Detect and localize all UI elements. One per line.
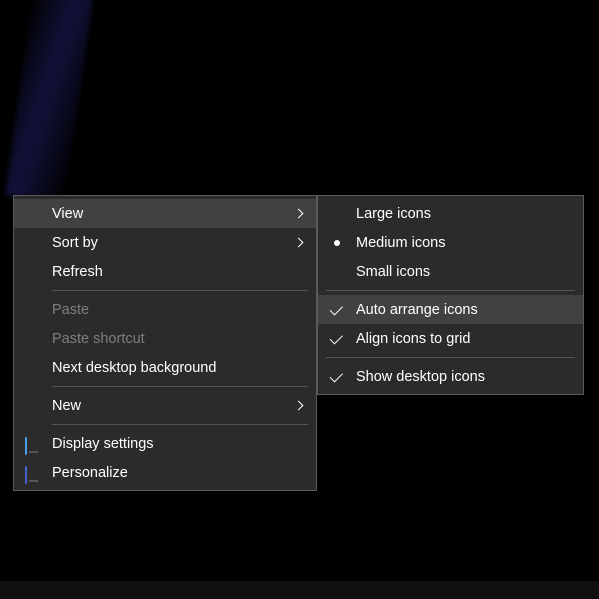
menu-item-paste-shortcut: Paste shortcut	[14, 324, 316, 353]
view-submenu: Large icons Medium icons Small icons Aut…	[317, 195, 584, 395]
menu-item-label: Paste shortcut	[52, 331, 290, 347]
menu-item-label: Large icons	[356, 206, 575, 222]
checkmark-icon	[318, 373, 356, 380]
menu-separator	[52, 424, 308, 425]
menu-separator	[52, 386, 308, 387]
checkmark-icon	[318, 306, 356, 313]
submenu-item-small-icons[interactable]: Small icons	[318, 257, 583, 286]
submenu-item-auto-arrange-icons[interactable]: Auto arrange icons	[318, 295, 583, 324]
menu-separator	[52, 290, 308, 291]
desktop-wallpaper-streak	[5, 0, 95, 203]
menu-item-sort-by[interactable]: Sort by	[14, 228, 316, 257]
menu-separator	[326, 357, 575, 358]
menu-item-label: Medium icons	[356, 235, 575, 251]
menu-item-label: Auto arrange icons	[356, 302, 575, 318]
menu-item-label: Next desktop background	[52, 360, 290, 376]
submenu-item-large-icons[interactable]: Large icons	[318, 199, 583, 228]
menu-item-label: Refresh	[52, 264, 290, 280]
menu-item-label: Small icons	[356, 264, 575, 280]
display-settings-icon	[14, 438, 52, 450]
menu-item-display-settings[interactable]: Display settings	[14, 429, 316, 458]
submenu-chevron-icon	[290, 239, 308, 246]
menu-item-label: Personalize	[52, 465, 290, 481]
menu-item-label: New	[52, 398, 290, 414]
submenu-chevron-icon	[290, 210, 308, 217]
menu-item-view[interactable]: View	[14, 199, 316, 228]
menu-separator	[326, 290, 575, 291]
menu-item-new[interactable]: New	[14, 391, 316, 420]
submenu-chevron-icon	[290, 402, 308, 409]
menu-item-paste: Paste	[14, 295, 316, 324]
menu-item-label: Align icons to grid	[356, 331, 575, 347]
taskbar[interactable]	[0, 581, 599, 599]
submenu-item-show-desktop-icons[interactable]: Show desktop icons	[318, 362, 583, 391]
menu-item-label: Display settings	[52, 436, 290, 452]
desktop-context-menu: View Sort by Refresh Paste Paste shortcu…	[13, 195, 317, 491]
radio-selected-icon	[318, 240, 356, 246]
menu-item-next-desktop-background[interactable]: Next desktop background	[14, 353, 316, 382]
submenu-item-align-icons-to-grid[interactable]: Align icons to grid	[318, 324, 583, 353]
menu-item-label: Sort by	[52, 235, 290, 251]
menu-item-label: Paste	[52, 302, 290, 318]
menu-item-refresh[interactable]: Refresh	[14, 257, 316, 286]
menu-item-personalize[interactable]: Personalize	[14, 458, 316, 487]
menu-item-label: Show desktop icons	[356, 369, 575, 385]
submenu-item-medium-icons[interactable]: Medium icons	[318, 228, 583, 257]
personalize-icon	[14, 467, 52, 479]
menu-item-label: View	[52, 206, 290, 222]
checkmark-icon	[318, 335, 356, 342]
